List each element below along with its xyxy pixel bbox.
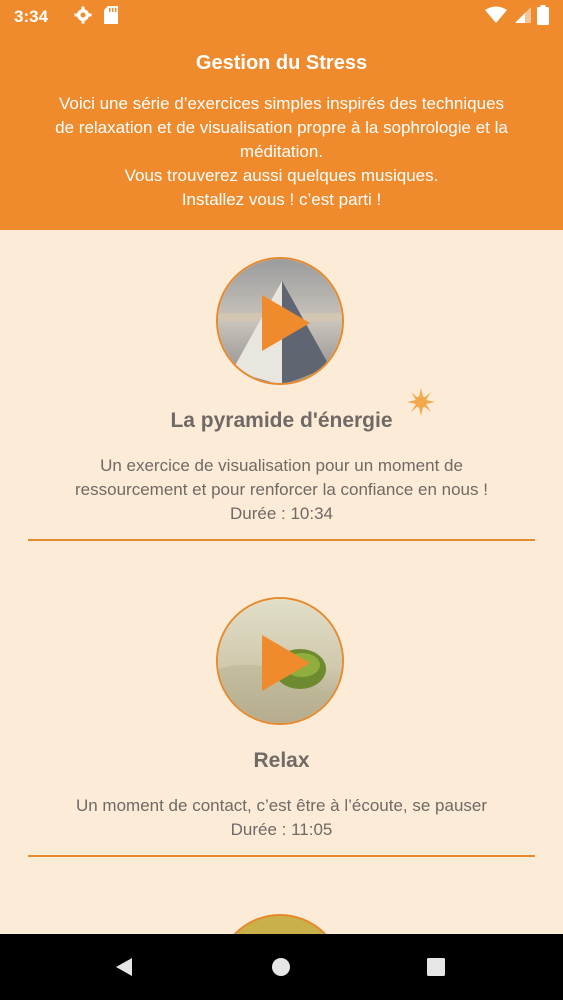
divider [28, 855, 535, 857]
exercise-description: Un exercice de visualisation pour un mom… [20, 454, 543, 526]
description-line: Un exercice de visualisation pour un mom… [100, 456, 463, 475]
status-bar: 3:34 [0, 0, 563, 34]
exercise-title: Relax [253, 749, 310, 772]
system-nav-bar [0, 934, 563, 1000]
status-time: 3:34 [14, 7, 49, 26]
exercise-thumbnail-partial[interactable] [216, 914, 344, 934]
exercise-card[interactable]: La pyramide d'énergie Un exercice de vis… [0, 230, 563, 560]
recents-icon[interactable] [427, 958, 445, 981]
header-banner: Gestion du Stress Voici une série d’exer… [0, 34, 563, 230]
exercise-title: La pyramide d'énergie [170, 409, 393, 432]
exercise-description: Un moment de contact, c’est être à l’éco… [20, 794, 543, 842]
wifi-icon [485, 6, 507, 29]
intro-line: de relaxation et de visualisation propre… [55, 118, 508, 137]
description-line: ressourcement et pour renforcer la confi… [75, 480, 488, 499]
play-icon[interactable] [262, 635, 310, 691]
intro-line: méditation. [239, 142, 324, 161]
intro-line: Vous trouverez aussi quelques musiques. [124, 166, 439, 185]
page-title: Gestion du Stress [195, 52, 368, 74]
back-icon[interactable] [114, 957, 134, 982]
exercise-duration: Durée : 11:05 [230, 820, 333, 839]
description-line: Un moment de contact, c’est être à l’éco… [75, 796, 488, 815]
intro-line: Installez vous ! c’est parti ! [181, 190, 382, 209]
sd-card-icon [104, 5, 119, 29]
signal-icon [513, 6, 531, 29]
exercise-thumbnail-relax[interactable] [216, 597, 344, 725]
divider [28, 539, 535, 541]
intro-text: Voici une série d’exercices simples insp… [18, 92, 545, 212]
home-icon[interactable] [271, 957, 291, 982]
exercise-card[interactable]: Relax Un moment de contact, c’est être à… [0, 570, 563, 870]
exercise-list[interactable]: La pyramide d'énergie Un exercice de vis… [0, 230, 563, 934]
settings-icon [74, 6, 92, 29]
battery-icon [537, 4, 549, 30]
intro-line: Voici une série d’exercices simples insp… [58, 94, 505, 113]
exercise-thumbnail-pyramid[interactable] [216, 257, 344, 385]
exercise-duration: Durée : 10:34 [229, 504, 333, 523]
play-icon[interactable] [262, 295, 310, 351]
